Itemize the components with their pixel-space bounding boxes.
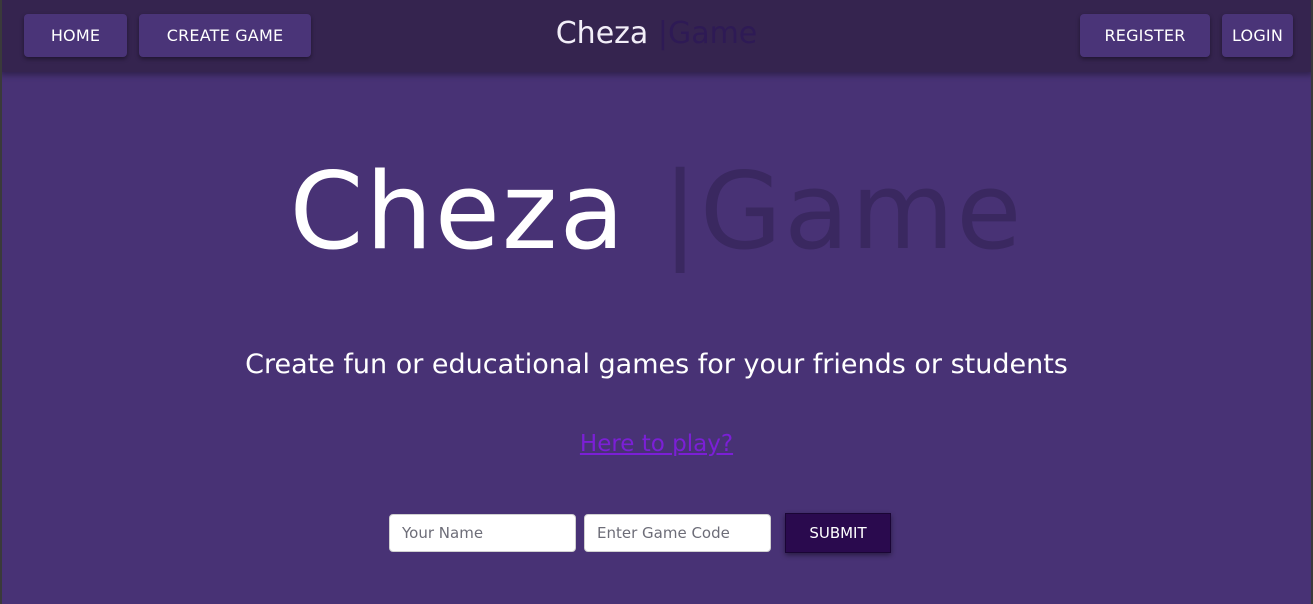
here-to-play-link[interactable]: Here to play? bbox=[580, 431, 733, 457]
tagline: Create fun or educational games for your… bbox=[245, 349, 1068, 380]
brand-word-cheza: Cheza bbox=[555, 16, 649, 51]
hero-logo: Cheza |Game bbox=[0, 148, 1313, 276]
top-navbar: HOME CREATE GAME Cheza |Game REGISTER LO… bbox=[0, 0, 1313, 72]
hero-word-cheza: Cheza bbox=[289, 150, 627, 273]
game-code-input[interactable] bbox=[584, 514, 771, 552]
hero-word-game: |Game bbox=[662, 150, 1024, 273]
name-input[interactable] bbox=[389, 514, 576, 552]
submit-button[interactable]: SUBMIT bbox=[785, 513, 891, 553]
brand-word-game: |Game bbox=[657, 16, 758, 51]
login-button[interactable]: LOGIN bbox=[1222, 14, 1293, 57]
register-button[interactable]: REGISTER bbox=[1080, 14, 1210, 57]
play-link-container: Here to play? bbox=[0, 428, 1313, 460]
